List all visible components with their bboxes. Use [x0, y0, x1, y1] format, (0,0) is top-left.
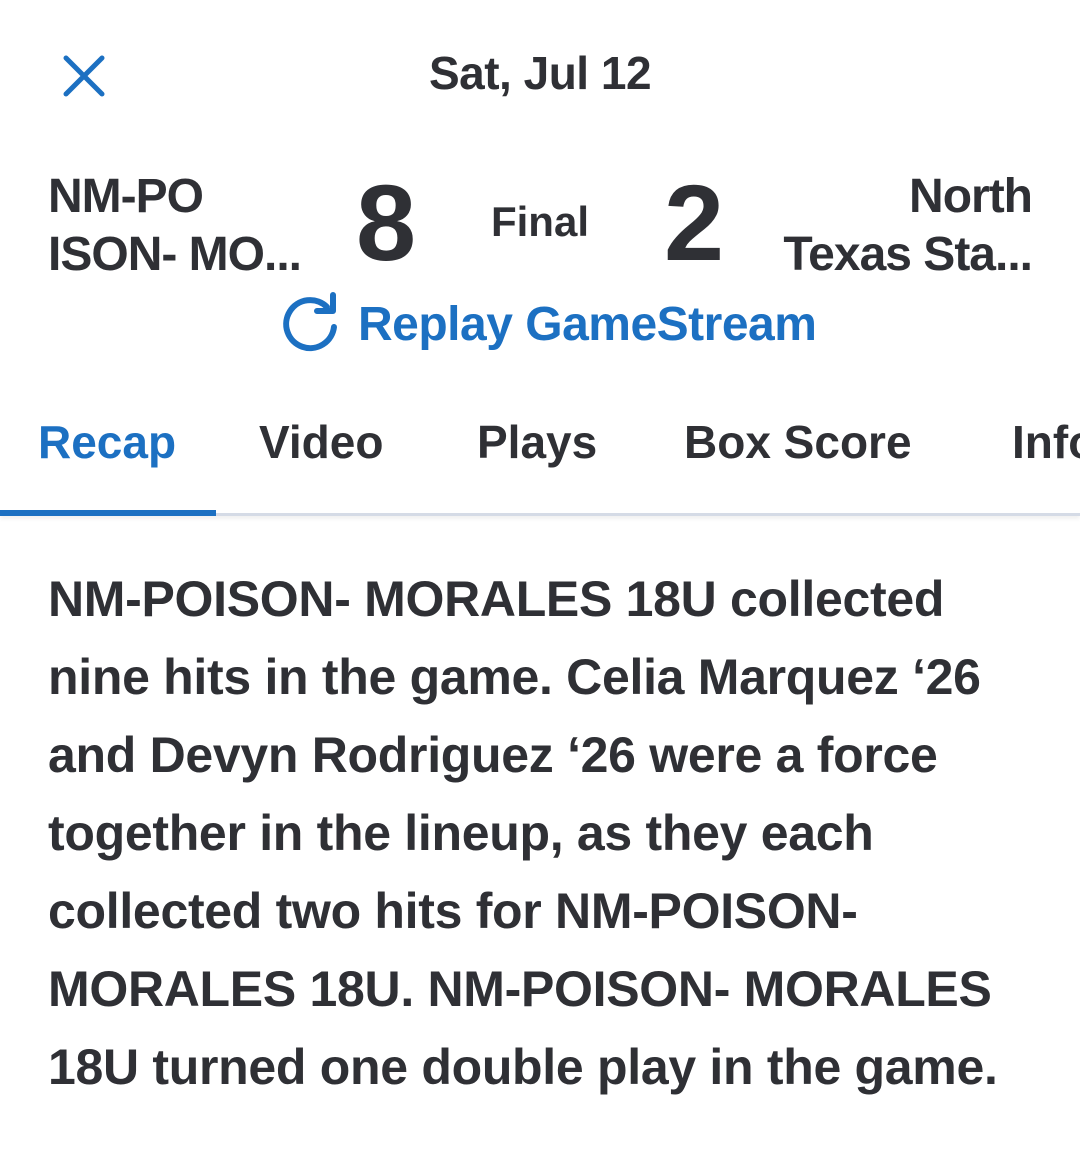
game-detail-screen: Sat, Jul 12 NM-PO ISON- MO... 8 Final 2 … — [0, 0, 1080, 1175]
home-team-name[interactable]: NM-PO ISON- MO... — [48, 168, 318, 284]
tab-recap[interactable]: Recap — [38, 415, 176, 469]
away-score: 2 — [664, 162, 725, 283]
replay-gamestream-button[interactable]: Replay GameStream — [276, 290, 817, 358]
away-team-name[interactable]: North Texas Sta... — [732, 168, 1033, 284]
recap-text: NM-POISON- MORALES 18U collected nine hi… — [48, 571, 998, 1095]
away-team-name-line1: North — [909, 170, 1033, 223]
tab-plays[interactable]: Plays — [477, 415, 597, 469]
game-date: Sat, Jul 12 — [428, 47, 652, 99]
tab-bar: Recap Video Plays Box Score Info — [0, 395, 1080, 516]
replay-icon — [276, 290, 344, 358]
replay-gamestream-label: Replay GameStream — [358, 297, 817, 351]
tab-info[interactable]: Info — [1012, 415, 1080, 469]
away-team-name-line2: Texas Sta... — [783, 228, 1033, 281]
home-team-name-line1: NM-PO — [48, 170, 204, 223]
home-team-name-line2: ISON- MO... — [48, 228, 302, 281]
tab-video[interactable]: Video — [259, 415, 383, 469]
game-status: Final — [490, 198, 589, 245]
tab-box-score[interactable]: Box Score — [684, 415, 912, 469]
active-tab-indicator — [0, 510, 216, 516]
home-score: 8 — [356, 162, 417, 283]
